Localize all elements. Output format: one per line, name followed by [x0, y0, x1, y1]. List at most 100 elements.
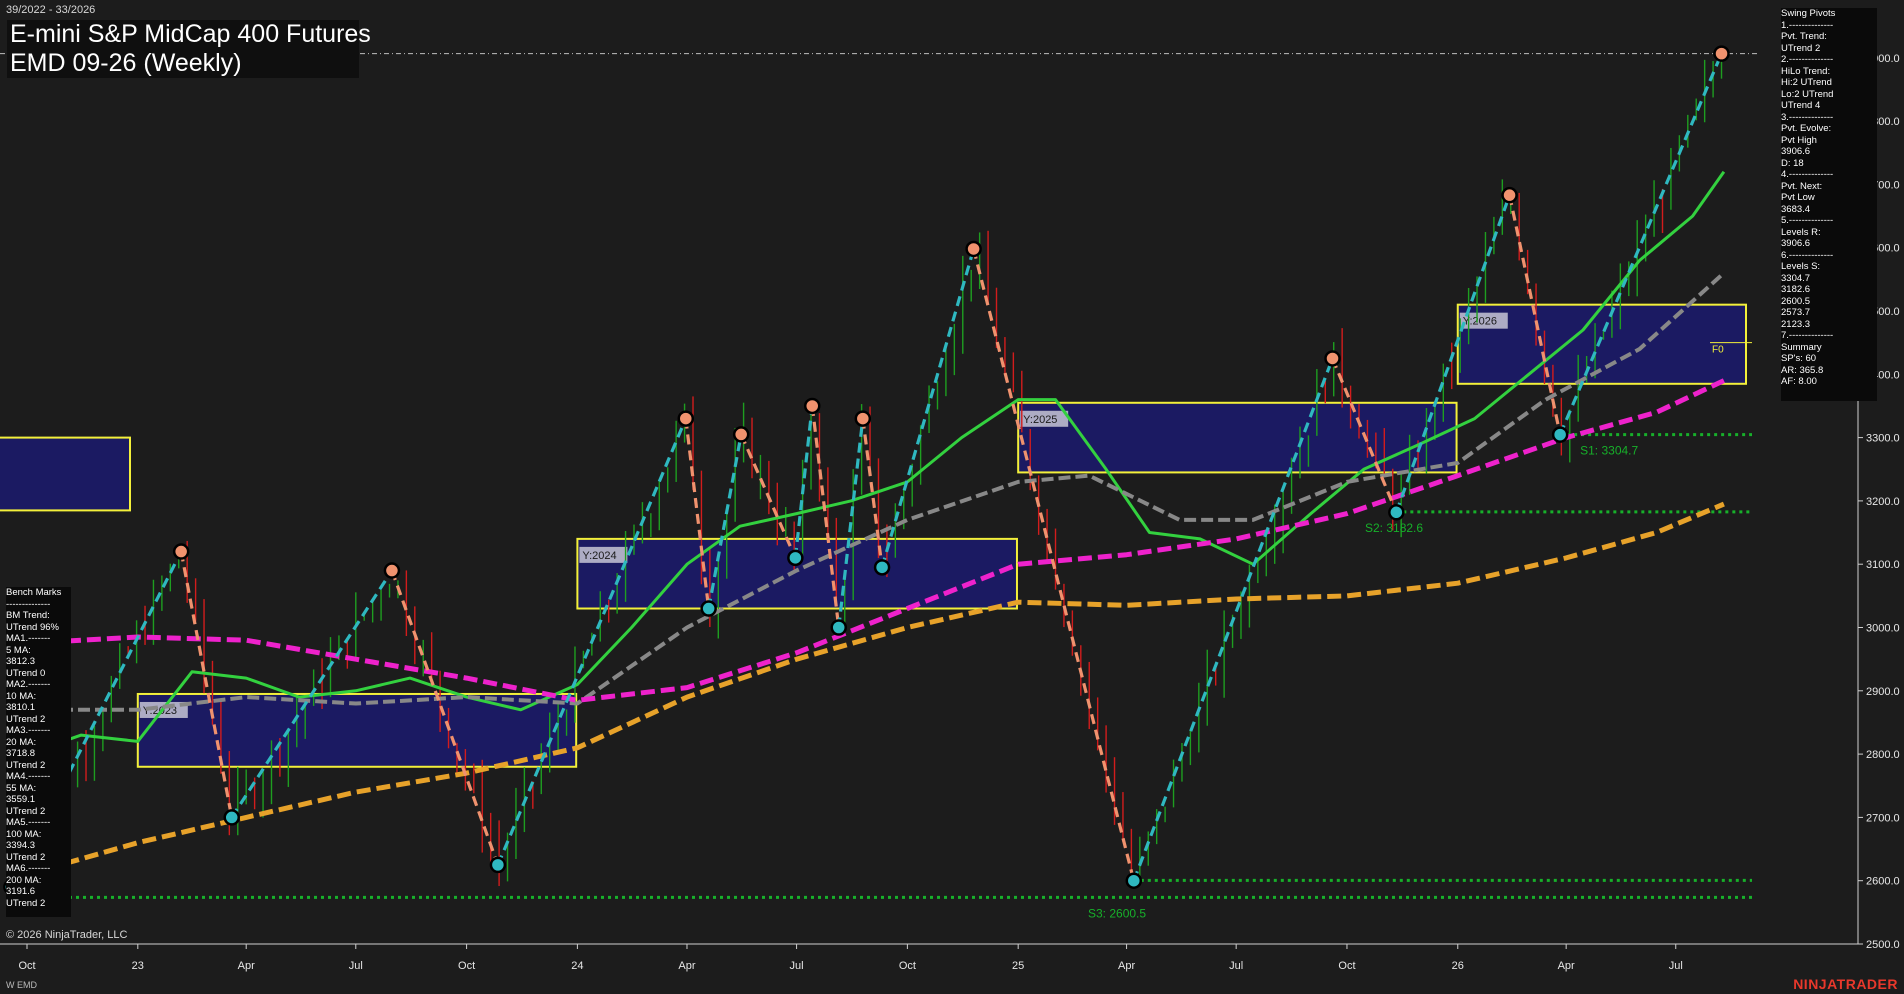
- x-tick-label: Oct: [899, 960, 916, 972]
- fib-label: F0: [1712, 345, 1724, 356]
- swing-pivot-high: [803, 397, 821, 415]
- y-tick-label: 3000.0: [1866, 623, 1900, 635]
- swing-pivot-high: [1713, 45, 1730, 62]
- swing-pivot-high: [965, 240, 982, 258]
- swing-pivot-low: [1125, 872, 1143, 889]
- chart-subtitle: EMD 09-26 (Weekly): [10, 49, 242, 77]
- swing-panel-line: 3906.6: [1781, 238, 1811, 249]
- swing-panel-line: 1.--------------: [1781, 19, 1834, 31]
- x-tick-label: Apr: [678, 960, 695, 972]
- bench-panel-line: UTrend 2: [6, 851, 46, 863]
- swing-panel-line: 2.--------------: [1781, 54, 1834, 65]
- bench-panel-line: 3810.1: [6, 702, 36, 713]
- date-range: 39/2022 - 33/2026: [6, 4, 96, 16]
- y-tick-label: 2800.0: [1866, 749, 1900, 761]
- swing-panel-line: SP's: 60: [1781, 353, 1817, 364]
- swing-pivot-low: [489, 856, 507, 874]
- yearly-box-label: Y:2025: [1023, 414, 1057, 426]
- swing-panel-line: Pvt Low: [1781, 192, 1815, 203]
- swing-pivot-low: [223, 809, 240, 826]
- bench-panel-line: 3718.8: [6, 748, 36, 759]
- copyright: © 2026 NinjaTrader, LLC: [6, 929, 128, 941]
- ninjatrader-logo: NINJATRADER: [1793, 976, 1898, 992]
- swing-line: [496, 417, 688, 866]
- bench-panel-line: 55 MA:: [6, 782, 37, 794]
- bench-panel-line: 200 MA:: [6, 874, 42, 886]
- yearly-box: [0, 436, 131, 512]
- swing-panel-line: 3304.7: [1781, 272, 1811, 284]
- bench-panel-line: UTrend 2: [6, 805, 46, 817]
- bench-panel-line: 100 MA:: [6, 828, 42, 840]
- y-tick-label: 2500.0: [1866, 939, 1900, 951]
- bench-panel-line: 3812.3: [6, 656, 36, 667]
- swing-panel-line: 3906.6: [1781, 146, 1811, 157]
- x-tick-label: 25: [1012, 960, 1024, 972]
- x-tick-label: Jul: [1669, 960, 1683, 972]
- swing-panel-line: 6.--------------: [1781, 249, 1834, 261]
- support-label: S3: 2600.5: [1088, 906, 1146, 920]
- swing-panel-line: 2573.7: [1781, 307, 1811, 318]
- support-levels-layer: S1: 3304.7 S2: 3182.6 S3: 2600.5: [27, 433, 1752, 920]
- swing-panel-line: Levels S:: [1781, 261, 1821, 272]
- bench-panel-line: 3559.1: [6, 794, 36, 805]
- swing-panel-line: 2123.3: [1781, 318, 1811, 330]
- swing-panel-line: Levels R:: [1781, 226, 1821, 238]
- swing-panel-line: D: 18: [1781, 157, 1804, 169]
- swing-panel-line: Lo:2 UTrend: [1781, 88, 1834, 100]
- x-tick-label: Apr: [1558, 960, 1575, 972]
- bench-panel-line: MA5.-------: [6, 817, 51, 828]
- bench-panel-line: UTrend 2: [6, 897, 46, 909]
- swing-panel-line: UTrend 4: [1781, 100, 1821, 111]
- swing-panel-line: 3683.4: [1781, 203, 1811, 215]
- support-label: S2: 3182.6: [1365, 521, 1423, 535]
- chart-title: E-mini S&P MidCap 400 Futures: [10, 20, 371, 48]
- bench-panel-line: 5 MA:: [6, 644, 31, 656]
- swing-panel-line: AF: 8.00: [1781, 376, 1817, 387]
- swing-pivot-high: [1501, 186, 1518, 204]
- x-tick-label: Apr: [238, 960, 255, 972]
- bench-panel-line: UTrend 0: [6, 667, 46, 679]
- x-tick-label: 24: [571, 960, 583, 972]
- bench-marks-panel: Bench Marks -------------- BM Trend: UTrend…: [6, 587, 71, 917]
- support-label: S1: 3304.7: [1580, 444, 1638, 458]
- y-tick-label: 3200.0: [1866, 496, 1900, 508]
- bench-panel-line: 3191.6: [6, 886, 36, 897]
- bench-panel-line: 10 MA:: [6, 690, 37, 702]
- swing-pivots-panel: Swing Pivots 1.-------------- Pvt. Trend: U…: [1781, 8, 1877, 401]
- bench-panel-line: 20 MA:: [6, 736, 37, 748]
- swing-pivot-low: [873, 559, 891, 576]
- swing-panel-line: AR: 365.8: [1781, 364, 1824, 376]
- bench-panel-line: 3394.3: [6, 840, 36, 851]
- swing-panel-line: UTrend 2: [1781, 42, 1821, 54]
- swing-panel-line: 4.--------------: [1781, 169, 1834, 180]
- swing-line: [179, 551, 234, 818]
- axes-layer: 2500.0 2600.0 2700.0 2800.0 2900.0 3000.0 3100…: [0, 8, 1900, 972]
- x-tick-label: Jul: [790, 960, 804, 972]
- x-tick-label: Oct: [18, 960, 35, 972]
- swing-lines-layer: [9, 52, 1723, 888]
- swing-panel-line: Hi:2 UTrend: [1781, 77, 1832, 88]
- y-tick-label: 2600.0: [1866, 876, 1900, 888]
- swing-panel-line: Pvt. Evolve:: [1781, 123, 1832, 134]
- swing-panel-line: Pvt. Trend:: [1781, 31, 1827, 42]
- swing-pivot-high: [854, 410, 872, 427]
- bench-panel-line: --------------: [6, 598, 51, 610]
- swing-line: [793, 405, 814, 559]
- swing-pivot-low: [700, 600, 717, 617]
- swing-pivot-high: [732, 426, 750, 443]
- swing-panel-line: Summary: [1781, 341, 1822, 353]
- x-tick-label: Apr: [1118, 960, 1135, 972]
- y-tick-label: 2700.0: [1866, 812, 1900, 824]
- swing-panel-line: 2600.5: [1781, 295, 1811, 307]
- price-chart[interactable]: Y:2023Y:2024Y:2025Y:2026F0 S1: 3304.7S2:…: [0, 0, 1904, 994]
- swing-pivot-low: [1551, 426, 1569, 443]
- swing-panel-line: 3182.6: [1781, 284, 1811, 295]
- swing-pivot-low: [787, 549, 804, 567]
- swing-panel-line: HiLo Trend:: [1781, 65, 1831, 77]
- ma-20-line: [26, 170, 1726, 756]
- swing-pivot-low: [830, 619, 847, 636]
- y-tick-label: 3300.0: [1866, 433, 1900, 445]
- bench-panel-line: BM Trend:: [6, 610, 50, 621]
- y-tick-label: 3100.0: [1866, 559, 1900, 571]
- x-tick-label: 23: [132, 960, 144, 972]
